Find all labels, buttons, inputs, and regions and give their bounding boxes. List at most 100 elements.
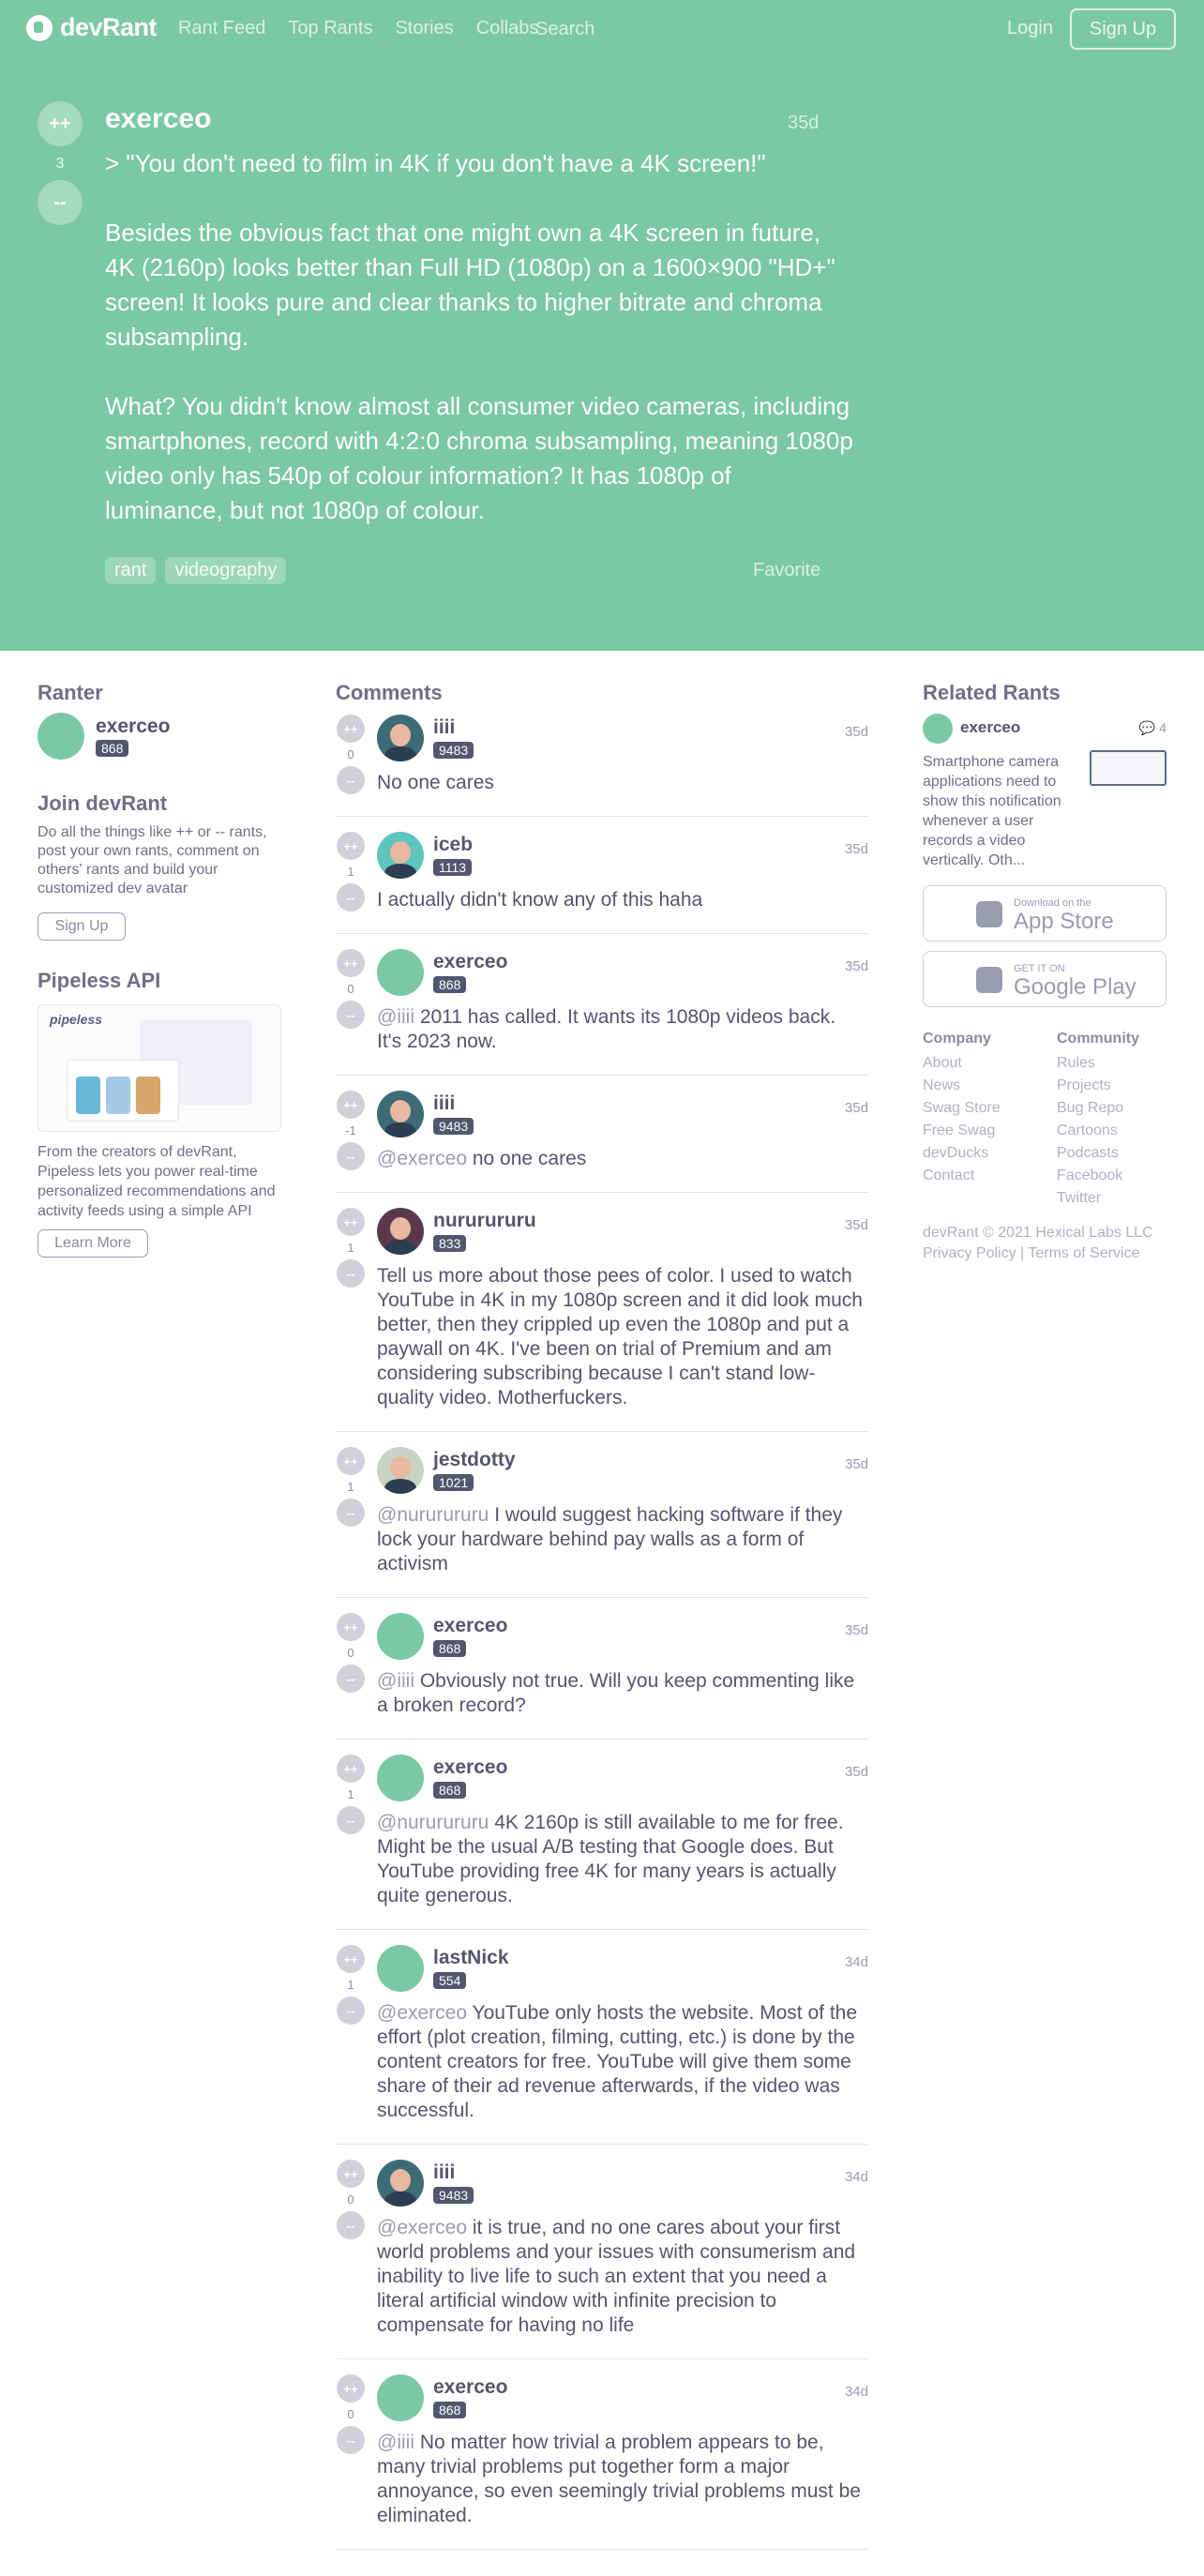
avatar[interactable] (377, 1613, 424, 1660)
nav-top-rants[interactable]: Top Rants (288, 18, 372, 39)
footer-link-twitter[interactable]: Twitter (1057, 1187, 1139, 1210)
footer-link-about[interactable]: About (923, 1052, 1001, 1075)
avatar[interactable] (377, 1755, 424, 1801)
nav-search[interactable]: Search (535, 19, 594, 40)
footer-link-podcasts[interactable]: Podcasts (1057, 1142, 1139, 1165)
comment-mention[interactable]: @exerceo (377, 2217, 467, 2238)
comment-upvote-button[interactable]: ++ (337, 715, 365, 743)
avatar[interactable] (377, 715, 424, 761)
nav-collabs[interactable]: Collabs (476, 18, 539, 39)
favorite-button[interactable]: Favorite (753, 560, 820, 581)
tag-rant[interactable]: rant (105, 557, 157, 584)
footer-link-contact[interactable]: Contact (923, 1165, 1001, 1187)
comment-author-score: 1113 (433, 859, 473, 876)
comment-downvote-button[interactable]: -- (337, 883, 365, 911)
comment-body: 2011 has called. It wants its 1080p vide… (377, 1006, 836, 1052)
comment-author[interactable]: iceb (433, 834, 473, 856)
comment-author[interactable]: exerceo (433, 1756, 507, 1779)
comment-upvote-button[interactable]: ++ (337, 1208, 365, 1236)
comment-downvote-button[interactable]: -- (337, 1996, 365, 2025)
avatar[interactable] (377, 2374, 424, 2421)
ranter-name[interactable]: exerceo (96, 716, 170, 738)
comment-downvote-button[interactable]: -- (337, 1259, 365, 1288)
footer-link-news[interactable]: News (923, 1075, 1001, 1097)
comment-upvote-button[interactable]: ++ (337, 949, 365, 977)
footer-link-facebook[interactable]: Facebook (1057, 1165, 1139, 1187)
comment-author[interactable]: iiii (433, 2162, 455, 2184)
nav-rant-feed[interactable]: Rant Feed (178, 18, 265, 39)
rant-score: 3 (55, 156, 65, 172)
comment-downvote-button[interactable]: -- (337, 1001, 365, 1029)
comment-author[interactable]: exerceo (433, 951, 507, 973)
avatar[interactable] (38, 713, 84, 760)
comment-upvote-button[interactable]: ++ (337, 832, 365, 860)
footer-link-projects[interactable]: Projects (1057, 1075, 1139, 1097)
comment-author[interactable]: jestdotty (433, 1449, 516, 1471)
upvote-button[interactable]: ++ (38, 101, 83, 146)
comment-author[interactable]: exerceo (433, 2376, 507, 2399)
related-user[interactable]: exerceo (960, 718, 1020, 737)
footer-link-cartoons[interactable]: Cartoons (1057, 1120, 1139, 1142)
footer-link-swag-store[interactable]: Swag Store (923, 1097, 1001, 1120)
avatar[interactable] (923, 714, 953, 744)
avatar[interactable] (377, 1945, 424, 1992)
avatar[interactable] (377, 1208, 424, 1255)
app-store-button[interactable]: Download on the App Store (923, 885, 1166, 942)
rant-author[interactable]: exerceo (105, 103, 211, 135)
comment-mention[interactable]: @iiii (377, 1670, 414, 1692)
comment-downvote-button[interactable]: -- (337, 2426, 365, 2454)
comment-upvote-button[interactable]: ++ (337, 2374, 365, 2403)
related-rant[interactable]: exerceo 💬 4 (923, 714, 1166, 744)
comment-mention[interactable]: @exerceo (377, 1148, 467, 1169)
comment-upvote-button[interactable]: ++ (337, 1613, 365, 1641)
footer-link-bug-repo[interactable]: Bug Repo (1057, 1097, 1139, 1120)
comment-upvote-button[interactable]: ++ (337, 1091, 365, 1119)
pipeless-thumb (136, 1077, 160, 1114)
comment-downvote-button[interactable]: -- (337, 2211, 365, 2239)
privacy-policy-link[interactable]: Privacy Policy (923, 1245, 1016, 1261)
devrant-logo[interactable]: devRant (26, 13, 158, 42)
comment-downvote-button[interactable]: -- (337, 1806, 365, 1834)
comment-mention[interactable]: @exerceo (377, 2002, 467, 2024)
comment-mention[interactable]: @nururururu (377, 1504, 489, 1526)
related-rant-thumbnail[interactable] (1090, 750, 1166, 786)
comment-mention[interactable]: @nururururu (377, 1812, 489, 1833)
avatar[interactable] (377, 832, 424, 879)
terms-link[interactable]: Terms of Service (1028, 1245, 1139, 1261)
comment-downvote-button[interactable]: -- (337, 1665, 365, 1693)
comment-mention[interactable]: @iiii (377, 1006, 414, 1028)
comment-timestamp: 35d (844, 841, 868, 857)
footer-link-free-swag[interactable]: Free Swag (923, 1120, 1001, 1142)
comment-body: Tell us more about those pees of color. … (377, 1265, 863, 1409)
avatar[interactable] (377, 1447, 424, 1494)
comment-upvote-button[interactable]: ++ (337, 2160, 365, 2188)
nav-stories[interactable]: Stories (395, 18, 453, 39)
comment-mention[interactable]: @iiii (377, 2432, 414, 2453)
tag-videography[interactable]: videography (165, 557, 287, 584)
footer-link-rules[interactable]: Rules (1057, 1052, 1139, 1075)
downvote-button[interactable]: -- (38, 180, 83, 225)
signup-button[interactable]: Sign Up (1070, 8, 1176, 50)
avatar[interactable] (377, 1091, 424, 1137)
footer-link-devducks[interactable]: devDucks (923, 1142, 1001, 1165)
ranter-card[interactable]: exerceo 868 (38, 713, 170, 760)
comment-upvote-button[interactable]: ++ (337, 1755, 365, 1783)
related-rant-text[interactable]: Smartphone camera applications need to s… (923, 752, 1073, 870)
comment-upvote-button[interactable]: ++ (337, 1945, 365, 1973)
login-link[interactable]: Login (1007, 18, 1053, 39)
comment-author[interactable]: lastNick (433, 1947, 509, 1969)
comment-upvote-button[interactable]: ++ (337, 1447, 365, 1475)
learn-more-button[interactable]: Learn More (38, 1229, 148, 1258)
avatar[interactable] (377, 949, 424, 996)
comment-downvote-button[interactable]: -- (337, 1142, 365, 1170)
comment-author[interactable]: exerceo (433, 1615, 507, 1637)
comment-author[interactable]: iiii (433, 1092, 455, 1115)
join-signup-button[interactable]: Sign Up (38, 912, 126, 941)
pipeless-banner[interactable]: pipeless (38, 1004, 281, 1132)
avatar[interactable] (377, 2160, 424, 2207)
comment-author[interactable]: nururururu (433, 1210, 536, 1232)
comment-downvote-button[interactable]: -- (337, 1499, 365, 1527)
google-play-button[interactable]: GET IT ON Google Play (923, 951, 1166, 1007)
comment-downvote-button[interactable]: -- (337, 766, 365, 794)
comment-author[interactable]: iiii (433, 716, 455, 739)
